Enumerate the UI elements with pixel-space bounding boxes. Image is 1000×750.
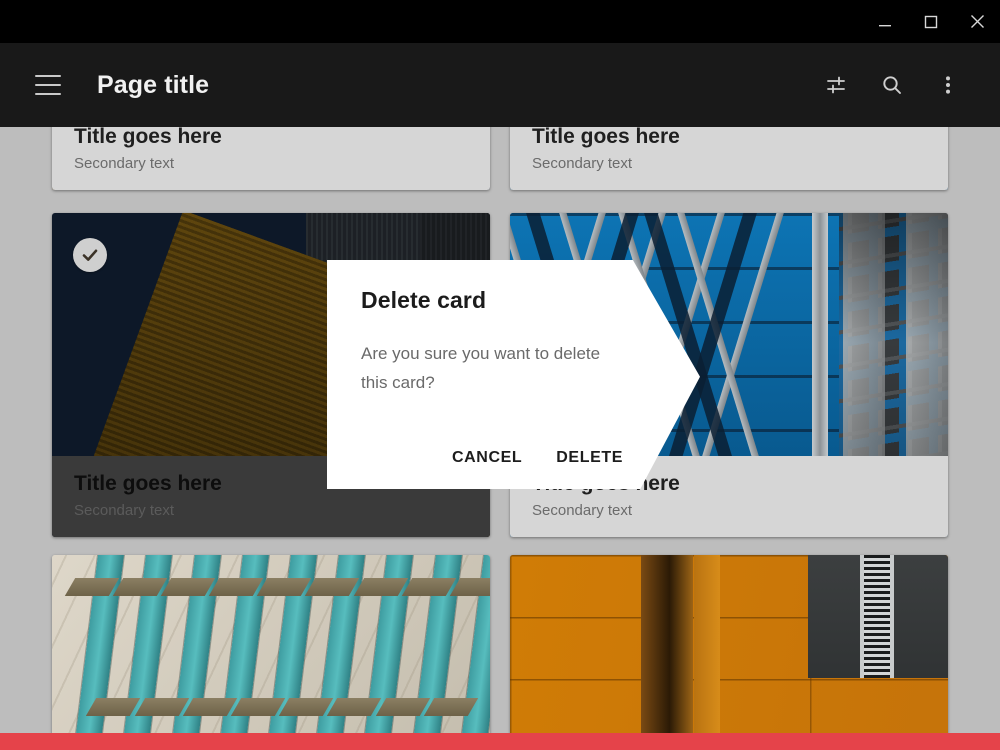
- card-title: Title goes here: [74, 127, 222, 149]
- cancel-button[interactable]: CANCEL: [440, 441, 534, 475]
- card-media: Title goes here Secondary text: [52, 127, 490, 190]
- dialog-title: Delete card: [361, 287, 487, 313]
- maximize-icon[interactable]: [908, 0, 954, 43]
- check-circle-icon[interactable]: [73, 238, 107, 272]
- card-top-right[interactable]: Title goes here Secondary text: [510, 127, 948, 190]
- bottom-accent-bar: [0, 733, 1000, 750]
- delete-button[interactable]: DELETE: [544, 441, 635, 475]
- card-image: [52, 555, 490, 750]
- card-caption: Title goes here Secondary text: [52, 127, 490, 190]
- card-secondary-text: Secondary text: [532, 154, 633, 172]
- card-secondary-text: Secondary text: [74, 154, 175, 172]
- card-secondary-text: Secondary text: [74, 501, 175, 519]
- more-vert-icon[interactable]: [920, 57, 976, 113]
- app-window: Page title Title goes here Secondary tex…: [0, 0, 1000, 750]
- app-bar: Page title: [0, 43, 1000, 127]
- app-bar-actions: [808, 57, 976, 113]
- card-caption: Title goes here Secondary text: [510, 127, 948, 190]
- card-title: Title goes here: [532, 127, 680, 149]
- window-title-bar: [0, 0, 1000, 43]
- minimize-icon[interactable]: [862, 0, 908, 43]
- card-secondary-text: Secondary text: [532, 501, 633, 519]
- card-bottom-right[interactable]: Title goes here Secondary text: [510, 555, 948, 750]
- card-media: Title goes here Secondary text: [510, 555, 948, 750]
- dialog-message: Are you sure you want to delete this car…: [361, 344, 601, 392]
- tune-icon[interactable]: [808, 57, 864, 113]
- card-image: [510, 555, 948, 750]
- card-media: Title goes here Secondary text: [52, 555, 490, 750]
- search-icon[interactable]: [864, 57, 920, 113]
- card-top-left[interactable]: Title goes here Secondary text: [52, 127, 490, 190]
- card-media: Title goes here Secondary text: [510, 127, 948, 190]
- delete-card-dialog[interactable]: Delete card Are you sure you want to del…: [327, 260, 700, 489]
- page-title: Page title: [97, 70, 210, 99]
- card-bottom-left[interactable]: Title goes here Secondary text: [52, 555, 490, 750]
- hamburger-menu-icon[interactable]: [35, 75, 61, 95]
- close-icon[interactable]: [954, 0, 1000, 43]
- dialog-actions: CANCEL DELETE: [327, 441, 700, 475]
